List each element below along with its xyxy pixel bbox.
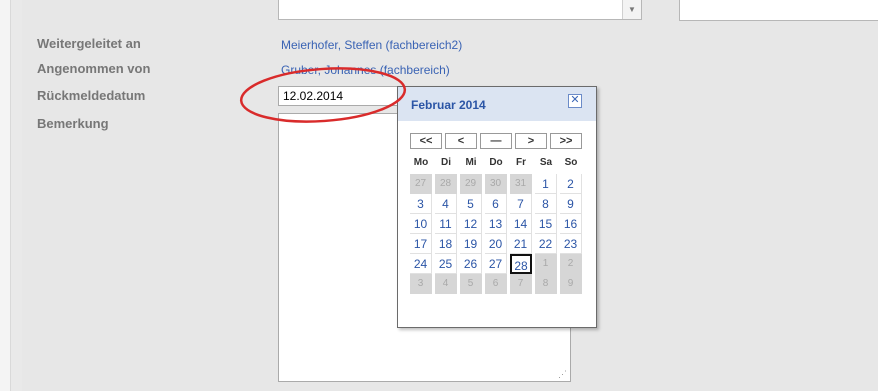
calendar-day[interactable]: 5 — [460, 194, 482, 214]
calendar-day[interactable]: 12 — [460, 214, 482, 234]
calendar-day[interactable]: 2 — [560, 254, 582, 274]
calendar-day[interactable]: 15 — [535, 214, 557, 234]
calendar-day[interactable]: 6 — [485, 274, 507, 294]
calendar-day[interactable]: 26 — [460, 254, 482, 274]
calendar-header: Februar 2014 ✕ — [398, 87, 596, 121]
calendar-day[interactable]: 7 — [510, 194, 532, 214]
calendar-day[interactable]: 13 — [485, 214, 507, 234]
calendar-day[interactable]: 4 — [435, 194, 457, 214]
prev-month-button[interactable]: < — [445, 133, 477, 149]
top-right-field[interactable] — [679, 0, 878, 21]
weekday-mo: Mo — [413, 157, 429, 168]
weekday-mi: Mi — [465, 157, 477, 168]
calendar-day[interactable]: 3 — [410, 274, 432, 294]
prev-year-button[interactable]: << — [410, 133, 442, 149]
calendar-day[interactable]: 7 — [510, 274, 532, 294]
calendar-day[interactable]: 20 — [485, 234, 507, 254]
today-button[interactable]: — — [480, 133, 512, 149]
calendar-day[interactable]: 25 — [435, 254, 457, 274]
bemerkung-label: Bemerkung — [37, 116, 109, 131]
calendar-day[interactable]: 2 — [560, 174, 582, 194]
weekday-sa: Sa — [539, 157, 553, 168]
calendar-title: Februar 2014 — [411, 98, 486, 112]
annotation-ellipse — [239, 67, 407, 123]
calendar-day[interactable]: 10 — [410, 214, 432, 234]
dropdown-arrow-icon[interactable]: ▼ — [622, 0, 641, 19]
calendar-day[interactable]: 6 — [485, 194, 507, 214]
calendar-day[interactable]: 1 — [535, 174, 557, 194]
weitergeleitet-link[interactable]: Meierhofer, Steffen (fachbereich2) — [281, 38, 462, 52]
calendar-day[interactable]: 17 — [410, 234, 432, 254]
calendar-day[interactable]: 27 — [485, 254, 507, 274]
angenommen-label: Angenommen von — [37, 61, 151, 76]
calendar-day[interactable]: 8 — [535, 274, 557, 294]
close-icon[interactable]: ✕ — [568, 94, 582, 108]
calendar-day[interactable]: 3 — [410, 194, 432, 214]
resize-grip-icon[interactable]: ⋰ — [558, 369, 568, 379]
weekday-so: So — [564, 157, 578, 168]
calendar-day[interactable]: 24 — [410, 254, 432, 274]
calendar-day[interactable]: 21 — [510, 234, 532, 254]
next-year-button[interactable]: >> — [550, 133, 582, 149]
calendar-day[interactable]: 14 — [510, 214, 532, 234]
next-month-button[interactable]: > — [515, 133, 547, 149]
rueckmeldedatum-label: Rückmeldedatum — [37, 88, 146, 103]
date-picker-popup: Februar 2014 ✕ << < — > >> Mo Di Mi Do F… — [397, 86, 597, 328]
calendar-day[interactable]: 18 — [435, 234, 457, 254]
calendar-day[interactable]: 11 — [435, 214, 457, 234]
calendar-day[interactable]: 23 — [560, 234, 582, 254]
calendar-day[interactable]: 28 — [435, 174, 457, 194]
calendar-day[interactable]: 4 — [435, 274, 457, 294]
calendar-day[interactable]: 9 — [560, 194, 582, 214]
weitergeleitet-label: Weitergeleitet an — [37, 36, 141, 51]
calendar-day[interactable]: 9 — [560, 274, 582, 294]
weekday-fr: Fr — [516, 157, 526, 168]
calendar-day[interactable]: 22 — [535, 234, 557, 254]
calendar-day[interactable]: 5 — [460, 274, 482, 294]
calendar-day[interactable]: 27 — [410, 174, 432, 194]
calendar-day[interactable]: 8 — [535, 194, 557, 214]
weekday-do: Do — [489, 157, 503, 168]
calendar-day[interactable]: 30 — [485, 174, 507, 194]
calendar-day-selected[interactable]: 28 — [510, 254, 532, 274]
calendar-day-grid: 27 28 29 30 31 1 2 3 4 5 6 7 8 9 10 11 12 13 14 15 16 17 18 19 2… — [410, 174, 586, 314]
calendar-day[interactable]: 16 — [560, 214, 582, 234]
calendar-day[interactable]: 31 — [510, 174, 532, 194]
top-select-field[interactable]: ▼ — [278, 0, 642, 20]
weekday-di: Di — [441, 157, 451, 168]
calendar-day[interactable]: 1 — [535, 254, 557, 274]
left-scroll-edge — [0, 0, 11, 391]
calendar-day[interactable]: 19 — [460, 234, 482, 254]
calendar-day[interactable]: 29 — [460, 174, 482, 194]
